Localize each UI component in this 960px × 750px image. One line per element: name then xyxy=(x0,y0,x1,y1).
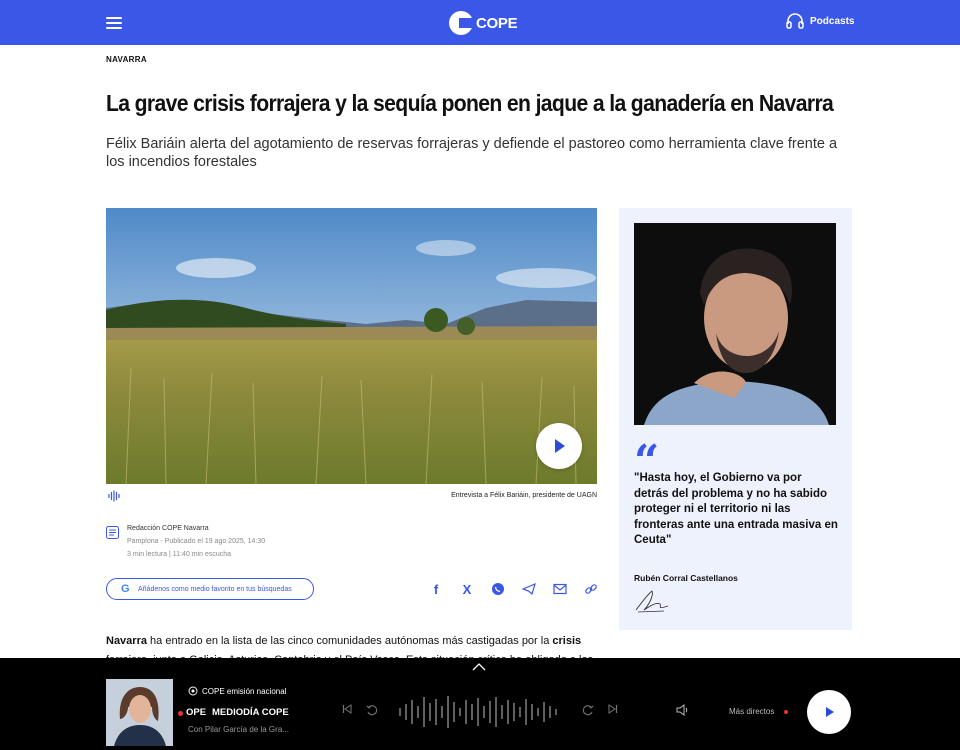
google-button-label: Añádenos como medio favorito en tus búsq… xyxy=(138,585,292,593)
signature-icon xyxy=(635,590,669,613)
telegram-share-icon[interactable] xyxy=(520,580,538,598)
skip-previous-icon[interactable] xyxy=(342,704,352,714)
article-subtitle: Félix Bariáin alerta del agotamiento de … xyxy=(106,136,838,170)
more-live-link[interactable]: Más directos xyxy=(729,707,774,716)
logo-text: COPE xyxy=(476,14,518,32)
station-name: OPE xyxy=(186,707,207,718)
reading-time: 3 min lectura | 11:40 min escucha xyxy=(127,551,232,558)
article-title: La grave crisis forrajera y la sequía po… xyxy=(106,90,834,116)
body-bold-1: Navarra xyxy=(106,635,147,647)
skip-next-icon[interactable] xyxy=(608,704,618,714)
cope-logo[interactable]: COPE xyxy=(449,10,518,36)
image-caption: Entrevista a Félix Bariáin, presidente d… xyxy=(451,492,597,499)
live-indicator xyxy=(178,711,183,716)
player-play-button[interactable] xyxy=(807,690,851,734)
podcasts-link[interactable]: Podcasts xyxy=(786,13,854,29)
headphones-icon xyxy=(786,13,804,29)
whatsapp-share-icon[interactable] xyxy=(489,580,507,598)
facebook-share-icon[interactable]: f xyxy=(427,580,445,598)
email-share-icon[interactable] xyxy=(551,580,569,598)
hero-image xyxy=(106,208,597,484)
volume-icon[interactable] xyxy=(676,704,690,716)
author-logo-icon xyxy=(106,526,119,539)
broadcast-icon xyxy=(188,686,198,696)
google-favorite-button[interactable]: G Añádenos como medio favorito en tus bú… xyxy=(106,578,314,600)
body-text-1: ha entrado en la lista de las cinco comu… xyxy=(146,635,553,647)
more-live-indicator xyxy=(784,710,788,714)
emision-text: COPE emisión nacional xyxy=(202,686,287,696)
body-bold-2: crisis xyxy=(552,635,582,647)
cope-logo-icon xyxy=(449,11,473,35)
audio-wave-icon[interactable] xyxy=(108,490,120,502)
chevron-up-icon[interactable] xyxy=(472,663,486,671)
forward-icon[interactable] xyxy=(582,704,594,716)
emision-label: COPE emisión nacional xyxy=(188,686,286,696)
copy-link-icon[interactable] xyxy=(582,580,600,598)
x-share-icon[interactable]: X xyxy=(458,580,476,598)
quote-author-photo xyxy=(634,223,836,425)
quote-text: "Hasta hoy, el Gobierno va por detrás de… xyxy=(634,472,838,546)
audio-waveform[interactable] xyxy=(398,694,563,730)
google-icon: G xyxy=(121,583,130,595)
menu-icon[interactable] xyxy=(106,15,122,29)
top-header: COPE Podcasts xyxy=(0,0,960,45)
program-hosts: Con Pilar García de la Gra... xyxy=(188,725,289,734)
publish-date: Pamplona - Publicado el 19 ago 2025, 14:… xyxy=(127,538,266,545)
section-label[interactable]: NAVARRA xyxy=(106,55,147,64)
program-name: MEDIODÍA COPE xyxy=(212,707,289,718)
rewind-icon[interactable] xyxy=(366,704,378,716)
podcasts-label: Podcasts xyxy=(810,15,855,27)
quote-author: Rubén Corral Castellanos xyxy=(634,573,738,583)
hero-play-button[interactable] xyxy=(536,423,582,469)
author-name[interactable]: Redacción COPE Navarra xyxy=(127,525,209,532)
program-host-photo[interactable] xyxy=(106,679,173,746)
